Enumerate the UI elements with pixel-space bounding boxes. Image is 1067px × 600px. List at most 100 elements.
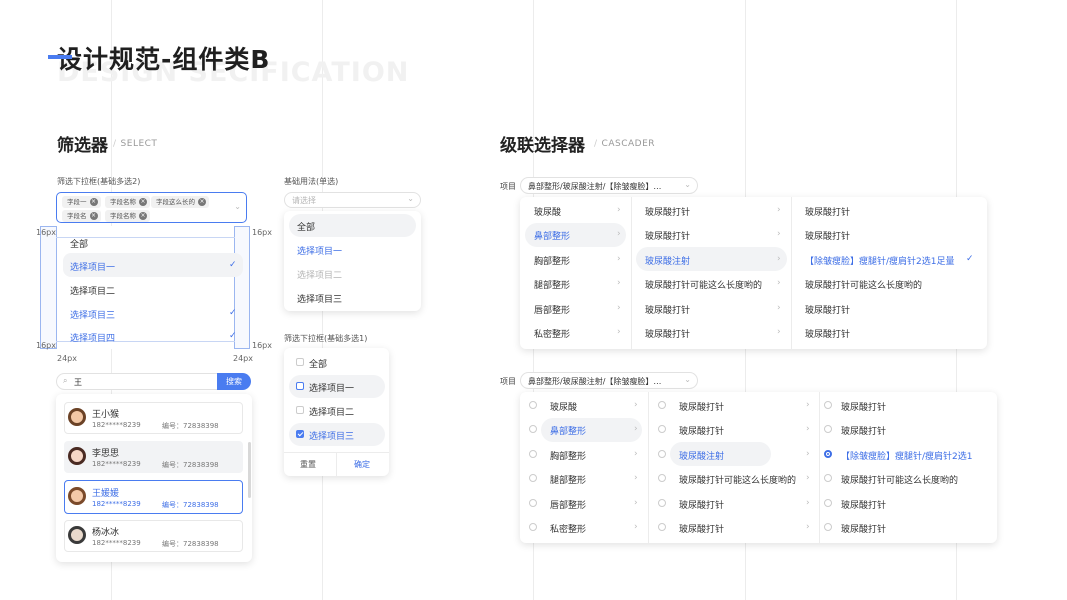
close-icon[interactable]: × xyxy=(139,198,147,206)
cascader-col1-item[interactable]: 胸部整形 xyxy=(550,449,586,462)
checkbox[interactable] xyxy=(296,358,304,366)
cascader-col1-item[interactable]: 唇部整形 xyxy=(550,498,586,511)
radio[interactable] xyxy=(529,474,537,482)
user-name: 王小猴 xyxy=(92,410,120,420)
check-option[interactable]: 选择项目一 xyxy=(309,381,354,394)
radio[interactable] xyxy=(658,474,666,482)
close-icon[interactable]: × xyxy=(89,198,98,206)
radio[interactable] xyxy=(824,523,832,531)
cascader-col2-item[interactable]: 玻尿酸注射 xyxy=(645,254,690,267)
radio[interactable] xyxy=(824,474,832,482)
cascader-col3-item[interactable]: 玻尿酸打针 xyxy=(805,205,850,218)
check-option[interactable]: 全部 xyxy=(309,357,327,370)
cascader-input[interactable]: 鼻部整形/玻尿酸注射/【除皱瘦脸】… ⌄ xyxy=(520,372,698,389)
cascader-col1-item[interactable]: 鼻部整形 xyxy=(550,424,586,437)
multi-option[interactable]: 选择项目一 xyxy=(70,260,115,273)
radio[interactable] xyxy=(658,401,666,409)
cascader-section-subtitle: / CASCADER xyxy=(594,139,656,149)
radio[interactable] xyxy=(529,401,537,409)
cascader-col1-item[interactable]: 私密整形 xyxy=(550,522,586,535)
check-option[interactable]: 选择项目二 xyxy=(309,405,354,418)
radio[interactable] xyxy=(824,401,832,409)
cascader-col3-item[interactable]: 玻尿酸打针可能这么长度哟的 xyxy=(841,473,958,486)
tag: 字段名 × xyxy=(62,210,101,222)
search-query: 王 xyxy=(74,378,82,387)
chevron-right-icon: › xyxy=(617,327,621,337)
confirm-button[interactable]: 确定 xyxy=(354,459,370,470)
single-option[interactable]: 选择项目一 xyxy=(297,244,342,257)
cascader-col2-item[interactable]: 玻尿酸打针可能这么长度哟的 xyxy=(645,278,762,291)
radio[interactable] xyxy=(529,450,537,458)
cascader-col3-item[interactable]: 玻尿酸打针 xyxy=(805,229,850,242)
checkbox[interactable] xyxy=(296,382,304,390)
radio[interactable] xyxy=(658,499,666,507)
cascader-col1-item[interactable]: 私密整形 xyxy=(534,327,570,340)
chevron-right-icon: › xyxy=(777,229,781,239)
radio-selected[interactable] xyxy=(824,450,832,458)
cascader-col3-item[interactable]: 【除皱瘦脸】瘦腿针/瘦肩针2选1足量 xyxy=(805,254,955,267)
cascader-col3-item[interactable]: 玻尿酸打针 xyxy=(805,327,850,340)
avatar xyxy=(68,526,86,544)
single-option[interactable]: 全部 xyxy=(297,220,315,233)
multi-dropdown-input[interactable]: 字段一 × 字段名称 × 字段这么长的 × 字段名 × 字段名称 × ⌄ xyxy=(56,192,247,223)
close-icon[interactable]: × xyxy=(139,212,147,220)
checkbox-checked[interactable] xyxy=(296,430,304,438)
chevron-down-icon: ⌄ xyxy=(407,194,414,203)
single-option[interactable]: 选择项目三 xyxy=(297,292,342,305)
cascader-col2-item[interactable]: 玻尿酸打针 xyxy=(645,205,690,218)
cascader-col2-item[interactable]: 玻尿酸打针 xyxy=(679,522,724,535)
cascader-col2-item[interactable]: 玻尿酸打针可能这么长度哟的 xyxy=(679,473,796,486)
radio[interactable] xyxy=(658,425,666,433)
check-option[interactable]: 选择项目三 xyxy=(309,429,354,442)
cascader-col3-item[interactable]: 玻尿酸打针可能这么长度哟的 xyxy=(805,278,922,291)
chevron-right-icon: › xyxy=(777,303,781,313)
checkbox[interactable] xyxy=(296,406,304,414)
close-icon[interactable]: × xyxy=(198,198,206,206)
multi-option[interactable]: 选择项目二 xyxy=(70,284,115,297)
reset-button[interactable]: 重置 xyxy=(300,459,316,470)
radio[interactable] xyxy=(658,523,666,531)
tag: 字段这么长的 × xyxy=(151,196,209,208)
cascader-col2-item[interactable]: 玻尿酸打针 xyxy=(645,303,690,316)
multi-option[interactable]: 全部 xyxy=(70,237,88,250)
user-code: 编号：72838398 xyxy=(162,422,219,430)
chevron-right-icon: › xyxy=(777,278,781,288)
multi-option[interactable]: 选择项目四 xyxy=(70,331,115,344)
user-phone: 182*****8239 xyxy=(92,539,141,547)
cascader-col1-item[interactable]: 鼻部整形 xyxy=(534,229,570,242)
cascader-col1-item[interactable]: 腿部整形 xyxy=(534,278,570,291)
cascader-col3-item[interactable]: 玻尿酸打针 xyxy=(805,303,850,316)
cascader-col2-item[interactable]: 玻尿酸打针 xyxy=(645,229,690,242)
multi-option[interactable]: 选择项目三 xyxy=(70,308,115,321)
cascader-col2-item[interactable]: 玻尿酸打针 xyxy=(679,498,724,511)
chevron-right-icon: › xyxy=(634,473,638,483)
cascader-col1-item[interactable]: 玻尿酸 xyxy=(534,205,561,218)
radio[interactable] xyxy=(529,499,537,507)
cascader-input[interactable]: 鼻部整形/玻尿酸注射/【除皱瘦脸】… ⌄ xyxy=(520,177,698,194)
single-dropdown-input[interactable]: 请选择 ⌄ xyxy=(284,192,421,208)
radio[interactable] xyxy=(824,425,832,433)
check-icon: ✓ xyxy=(229,260,237,270)
cascader-col3-item[interactable]: 玻尿酸打针 xyxy=(841,400,886,413)
cascader-col1-item[interactable]: 胸部整形 xyxy=(534,254,570,267)
search-button[interactable]: 搜索 xyxy=(217,373,251,390)
cascader-col2-item[interactable]: 玻尿酸打针 xyxy=(679,424,724,437)
cascader-col1-item[interactable]: 玻尿酸 xyxy=(550,400,577,413)
cascader-col1-item[interactable]: 唇部整形 xyxy=(534,303,570,316)
cascader-col1-item[interactable]: 腿部整形 xyxy=(550,473,586,486)
scrollbar[interactable] xyxy=(248,442,251,498)
radio[interactable] xyxy=(824,499,832,507)
cascader-col2-item[interactable]: 玻尿酸打针 xyxy=(645,327,690,340)
cascader-col2-item[interactable]: 玻尿酸打针 xyxy=(679,400,724,413)
cascader-col3-item[interactable]: 【除皱瘦脸】瘦腿针/瘦肩针2选1 xyxy=(841,449,973,462)
radio[interactable] xyxy=(658,450,666,458)
cascader-col3-item[interactable]: 玻尿酸打针 xyxy=(841,424,886,437)
cascader-col3-item[interactable]: 玻尿酸打针 xyxy=(841,498,886,511)
cascader-col3-item[interactable]: 玻尿酸打针 xyxy=(841,522,886,535)
column-divider xyxy=(791,197,792,349)
user-search-input[interactable]: ⌕ 王 xyxy=(56,373,218,390)
radio[interactable] xyxy=(529,425,537,433)
radio[interactable] xyxy=(529,523,537,531)
close-icon[interactable]: × xyxy=(89,212,98,220)
cascader-col2-item[interactable]: 玻尿酸注射 xyxy=(679,449,724,462)
